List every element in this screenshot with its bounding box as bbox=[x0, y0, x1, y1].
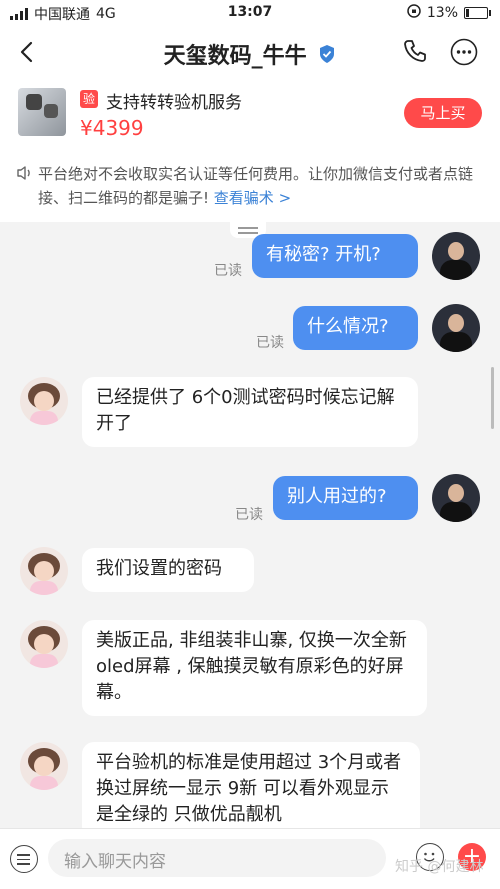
watermark: 知乎 @何建林 bbox=[395, 859, 484, 875]
seller-name: 天玺数码_牛牛 bbox=[163, 44, 307, 69]
my-avatar[interactable] bbox=[432, 304, 480, 352]
battery-percent: 13% bbox=[426, 5, 458, 21]
chat-messages[interactable]: 有秘密? 开机? 已读 什么情况? 已读 已经提供了 6个0测试密码时候忘记解开… bbox=[0, 222, 500, 828]
my-avatar[interactable] bbox=[432, 474, 480, 522]
chat-header: 天玺数码_牛牛 bbox=[0, 26, 500, 80]
more-options-icon[interactable] bbox=[450, 38, 478, 70]
phone-icon[interactable] bbox=[402, 38, 428, 68]
scam-info-link[interactable]: 查看骗术 > bbox=[214, 189, 291, 207]
inspection-service-icon: 验 bbox=[80, 90, 98, 108]
message-bubble-out[interactable]: 有秘密? 开机? bbox=[252, 234, 418, 278]
message-bubble-in[interactable]: 平台验机的标准是使用超过 3个月或者换过屏统一显示 9新 可以看外观显示是全绿的… bbox=[82, 742, 420, 828]
message-input[interactable]: 输入聊天内容 bbox=[48, 839, 386, 877]
seller-avatar[interactable] bbox=[20, 742, 68, 790]
my-avatar[interactable] bbox=[432, 232, 480, 280]
read-status: 已读 bbox=[235, 507, 263, 523]
read-status: 已读 bbox=[214, 263, 242, 279]
message-bubble-in[interactable]: 已经提供了 6个0测试密码时候忘记解开了 bbox=[82, 377, 418, 447]
product-title: 支持转转验机服务 bbox=[106, 93, 242, 113]
status-bar: 中国联通 4G 13:07 13% bbox=[0, 0, 500, 26]
product-card[interactable]: 验 支持转转验机服务 ¥4399 马上买 bbox=[0, 80, 500, 153]
read-status: 已读 bbox=[256, 335, 284, 351]
speaker-icon bbox=[16, 164, 34, 186]
buy-now-button[interactable]: 马上买 bbox=[404, 98, 482, 128]
message-bubble-in[interactable]: 美版正品, 非组装非山寨, 仅换一次全新oled屏幕 , 保触摸灵敏有原彩色的好… bbox=[82, 620, 427, 716]
seller-avatar[interactable] bbox=[20, 377, 68, 425]
seller-avatar[interactable] bbox=[20, 620, 68, 668]
message-bubble-out[interactable]: 别人用过的? bbox=[273, 476, 418, 520]
scrollbar[interactable] bbox=[491, 367, 494, 429]
product-thumbnail[interactable] bbox=[18, 88, 66, 136]
seller-avatar[interactable] bbox=[20, 547, 68, 595]
battery-icon bbox=[464, 7, 491, 19]
safety-notice: 平台绝对不会收取实名认证等任何费用。让你加微信支付或者点链接、扫二维码的都是骗子… bbox=[0, 152, 500, 222]
message-bubble-in[interactable]: 我们设置的密码 bbox=[82, 548, 254, 592]
menu-icon[interactable] bbox=[10, 845, 38, 873]
verified-badge-icon bbox=[318, 44, 336, 70]
product-price: ¥4399 bbox=[80, 116, 144, 140]
message-bubble-out[interactable]: 什么情况? bbox=[293, 306, 418, 350]
rotation-lock-icon bbox=[407, 4, 421, 22]
